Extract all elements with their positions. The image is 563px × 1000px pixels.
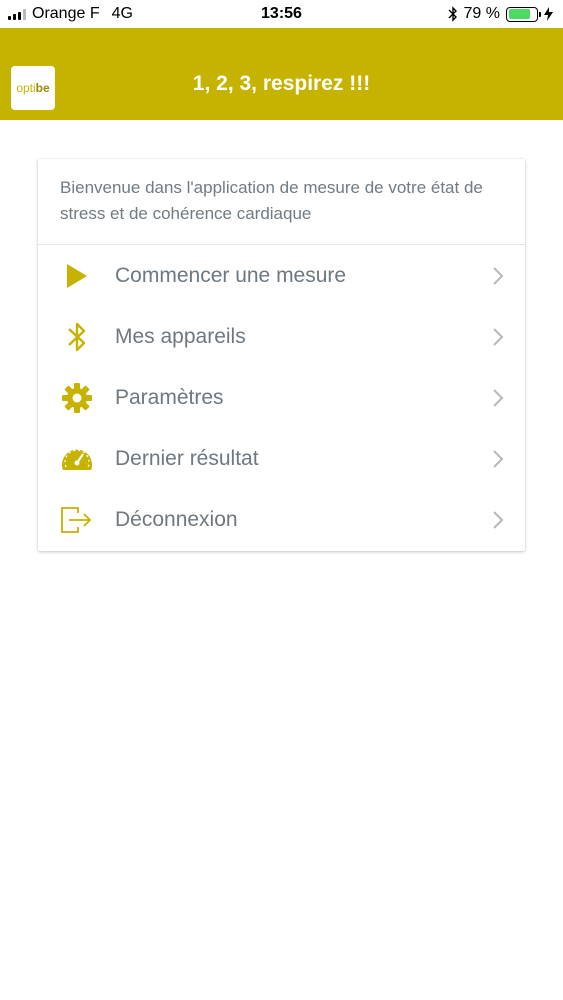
logout-icon [58, 501, 96, 539]
main-card: Bienvenue dans l'application de mesure d… [38, 159, 525, 551]
menu-label: Commencer une mesure [115, 263, 347, 287]
battery-icon [506, 6, 541, 22]
status-bar: Orange F 4G 13:56 79 % [0, 0, 563, 28]
menu-item-settings[interactable]: Paramètres [38, 367, 525, 428]
bluetooth-status-icon [448, 6, 457, 22]
chevron-right-icon [493, 266, 504, 285]
menu-label: Paramètres [115, 385, 224, 409]
chevron-right-icon [493, 327, 504, 346]
menu-item-my-devices[interactable]: Mes appareils [38, 306, 525, 367]
gauge-icon [58, 440, 96, 478]
status-right: 79 % [448, 5, 553, 23]
battery-percent: 79 % [463, 5, 500, 22]
welcome-text: Bienvenue dans l'application de mesure d… [38, 159, 525, 245]
chevron-right-icon [493, 510, 504, 529]
menu-item-last-result[interactable]: Dernier résultat [38, 428, 525, 489]
main-menu: Commencer une mesure Mes appareils Param… [38, 245, 525, 550]
app-header: opti be 1, 2, 3, respirez !!! [0, 28, 563, 120]
gear-icon [58, 379, 96, 417]
menu-label: Mes appareils [115, 324, 246, 348]
menu-label: Déconnexion [115, 507, 238, 531]
menu-item-logout[interactable]: Déconnexion [38, 489, 525, 550]
battery-fill [508, 9, 530, 19]
menu-item-start-measure[interactable]: Commencer une mesure [38, 245, 525, 306]
menu-label: Dernier résultat [115, 446, 259, 470]
chevron-right-icon [493, 388, 504, 407]
chevron-right-icon [493, 449, 504, 468]
play-icon [58, 257, 96, 295]
page-title: 1, 2, 3, respirez !!! [192, 72, 371, 95]
charging-icon [544, 7, 553, 21]
bluetooth-icon [58, 318, 96, 356]
